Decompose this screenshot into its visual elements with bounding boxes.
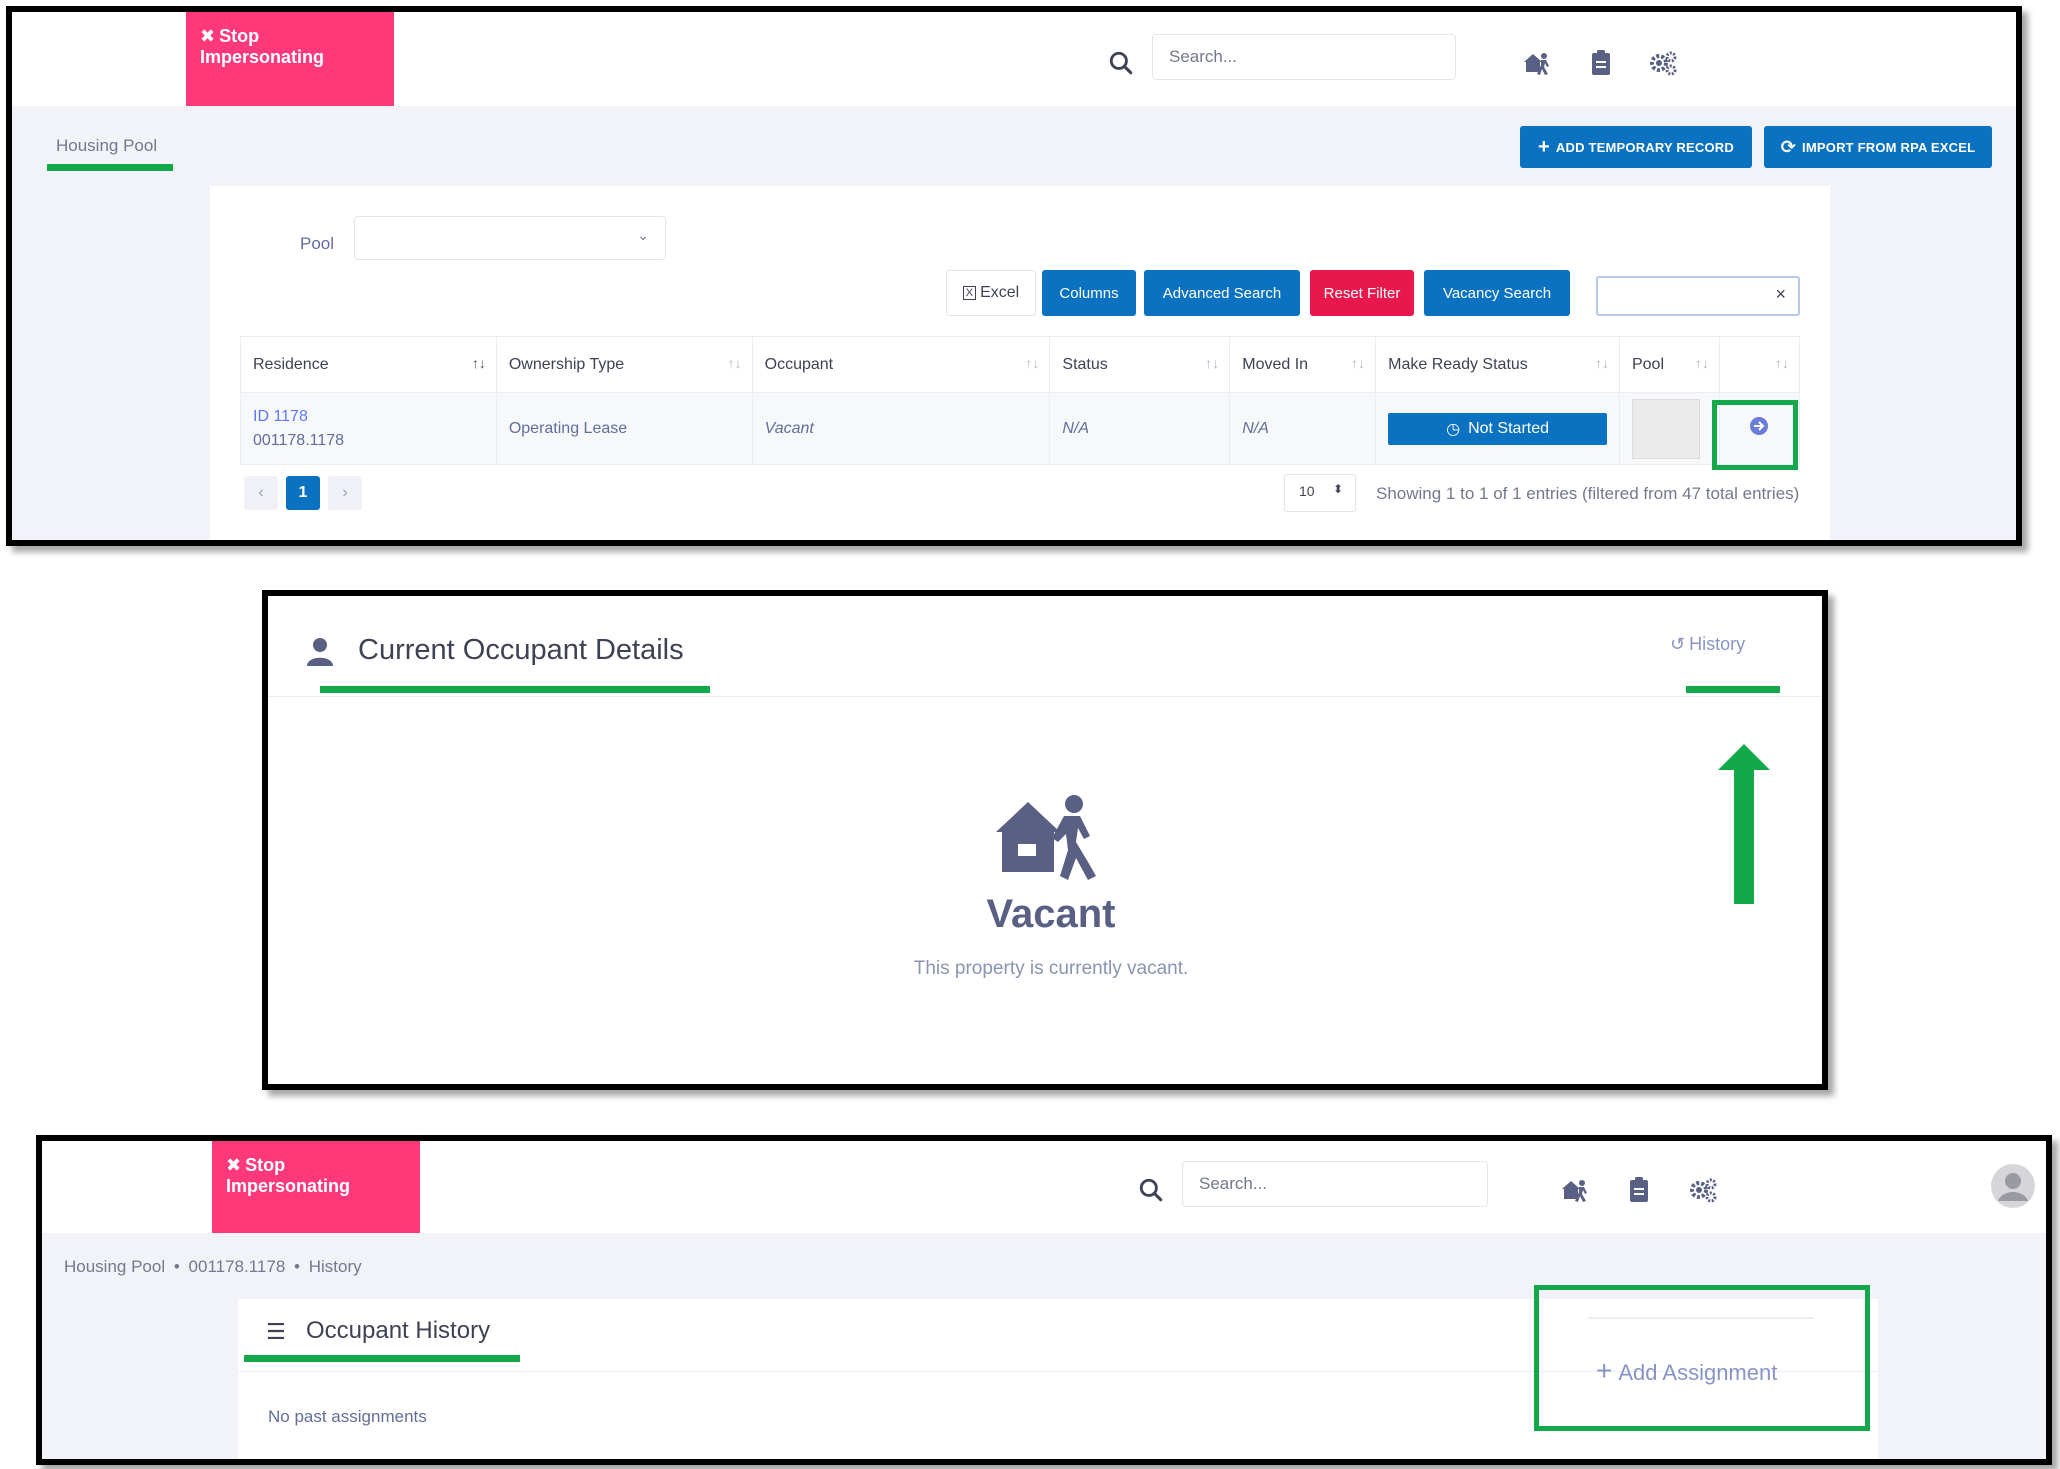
user-icon	[307, 638, 333, 666]
empty-state-text: This property is currently vacant.	[913, 958, 1189, 979]
top-bar: ✖ Stop Impersonating Search...	[42, 1141, 2046, 1233]
history-icon: ↺	[1670, 634, 1686, 654]
search-input[interactable]: Search...	[1182, 1161, 1488, 1207]
add-temporary-record-button[interactable]: + ADD TEMPORARY RECORD	[1520, 126, 1752, 168]
stop-impersonating-button[interactable]: ✖ Stop Impersonating	[186, 12, 394, 106]
residence-code: 001178.1178	[253, 431, 345, 449]
sort-icon[interactable]: ↑↓	[1351, 355, 1365, 371]
occupant-history-screenshot: ✖ Stop Impersonating Search... Housing P…	[36, 1135, 2052, 1465]
search-icon[interactable]	[1138, 1177, 1164, 1203]
column-header-residence[interactable]: Residence ↑↓	[240, 336, 497, 393]
pool-label: Pool	[300, 234, 335, 253]
column-header-actions[interactable]: ↑↓	[1718, 336, 1801, 393]
table-header-row: Residence ↑↓ Ownership Type ↑↓ Occupant ↑↓ …	[240, 336, 1801, 393]
empty-state-title: Vacant	[986, 892, 1116, 936]
breadcrumb-item-residence[interactable]: 001178.1178	[189, 1257, 286, 1276]
cell-moved-in: N/A	[1229, 392, 1377, 465]
stop-impersonating-button[interactable]: ✖ Stop Impersonating	[212, 1141, 420, 1233]
divider	[268, 696, 1822, 697]
cell-residence: ID 1178 001178.1178	[240, 392, 497, 465]
gears-icon[interactable]	[1688, 1175, 1718, 1205]
section-title: Occupant History	[306, 1317, 491, 1344]
sort-icon[interactable]: ↑↓	[1595, 355, 1609, 371]
highlight-underline	[1686, 686, 1780, 693]
column-header-make-ready-status[interactable]: Make Ready Status ↑↓	[1375, 336, 1620, 393]
house-leave-icon	[996, 795, 1096, 880]
cell-make-ready-status: ◷ Not Started	[1375, 392, 1620, 465]
cell-status: N/A	[1049, 392, 1231, 465]
list-icon: ☰	[266, 1319, 286, 1344]
chevron-down-icon: ⌄	[637, 227, 649, 243]
reset-filter-button[interactable]: Reset Filter	[1310, 270, 1414, 316]
breadcrumb-separator: •	[294, 1257, 300, 1276]
next-page-button[interactable]: ›	[328, 476, 362, 510]
clock-icon: ◷	[1446, 420, 1461, 438]
pagination-info: Showing 1 to 1 of 1 entries (filtered fr…	[1376, 484, 1800, 503]
housing-pool-card: Pool ⌄ X Excel Columns Advanced Search Re…	[210, 186, 1830, 540]
house-leave-icon[interactable]	[1522, 48, 1552, 78]
clipboard-icon[interactable]	[1586, 48, 1616, 78]
excel-file-icon: X	[962, 286, 977, 300]
highlight-underline	[244, 1355, 520, 1362]
column-header-occupant[interactable]: Occupant ↑↓	[751, 336, 1051, 393]
highlight-underline	[47, 164, 173, 171]
sync-icon: ⟳	[1780, 136, 1797, 157]
housing-pool-screenshot: ✖ Stop Impersonating Search... Housing Po…	[6, 6, 2022, 546]
close-icon: ✖	[226, 1155, 242, 1175]
column-header-moved-in[interactable]: Moved In ↑↓	[1229, 336, 1377, 393]
empty-state-text: No past assignments	[268, 1407, 427, 1426]
column-header-status[interactable]: Status ↑↓	[1049, 336, 1231, 393]
gears-icon[interactable]	[1648, 48, 1678, 78]
advanced-search-button[interactable]: Advanced Search	[1144, 270, 1300, 316]
sort-icon[interactable]: ↑↓	[1695, 355, 1709, 371]
current-occupant-screenshot: Current Occupant Details ↺ History Vacant…	[262, 590, 1828, 1090]
page-size-select[interactable]: 10 ⬍	[1284, 474, 1356, 512]
search-icon[interactable]	[1108, 50, 1134, 76]
top-bar: ✖ Stop Impersonating Search...	[12, 12, 2016, 106]
avatar[interactable]	[1990, 1163, 2036, 1209]
vacancy-search-button[interactable]: Vacancy Search	[1424, 270, 1570, 316]
search-input[interactable]: Search...	[1152, 34, 1456, 80]
plus-icon: +	[1538, 135, 1550, 158]
make-ready-status-badge: ◷ Not Started	[1388, 412, 1607, 445]
cell-pool	[1618, 392, 1720, 465]
import-from-rpa-excel-button[interactable]: ⟳ IMPORT FROM RPA EXCEL	[1764, 126, 1992, 168]
breadcrumb-item-history: History	[308, 1257, 362, 1276]
table-row: ID 1178 001178.1178 Operating Lease Vaca…	[240, 392, 1801, 465]
sort-icon[interactable]: ↑↓	[728, 355, 742, 371]
sort-icon[interactable]: ↑↓	[472, 355, 486, 371]
section-title: Current Occupant Details	[358, 634, 684, 666]
sort-icon[interactable]: ↑↓	[1025, 355, 1039, 371]
highlight-box	[1534, 1285, 1870, 1431]
house-leave-icon[interactable]	[1560, 1175, 1590, 1205]
highlight-box	[1712, 400, 1798, 470]
updown-icon: ⬍	[1332, 482, 1343, 496]
clipboard-icon[interactable]	[1624, 1175, 1654, 1205]
filter-input[interactable]: ×	[1596, 276, 1800, 316]
pool-select[interactable]: ⌄	[354, 216, 666, 260]
columns-button[interactable]: Columns	[1042, 270, 1136, 316]
excel-export-button[interactable]: X Excel	[946, 270, 1036, 316]
sort-icon[interactable]: ↑↓	[1775, 355, 1789, 371]
breadcrumb: Housing Pool • 001178.1178 • History	[64, 1257, 362, 1277]
close-icon: ✖	[200, 26, 216, 46]
history-link[interactable]: ↺ History	[1670, 634, 1745, 655]
clear-filter-icon[interactable]: ×	[1775, 284, 1786, 305]
pool-placeholder	[1631, 398, 1700, 459]
column-header-pool[interactable]: Pool ↑↓	[1618, 336, 1720, 393]
page-1-button[interactable]: 1	[286, 476, 320, 510]
cell-ownership-type: Operating Lease	[495, 392, 753, 465]
housing-pool-table: Residence ↑↓ Ownership Type ↑↓ Occupant ↑↓ …	[240, 336, 1801, 465]
sort-icon[interactable]: ↑↓	[1205, 355, 1219, 371]
highlight-underline	[320, 686, 710, 693]
tab-housing-pool[interactable]: Housing Pool	[56, 136, 157, 156]
breadcrumb-item-housing-pool[interactable]: Housing Pool	[64, 1257, 165, 1276]
column-header-ownership-type[interactable]: Ownership Type ↑↓	[495, 336, 753, 393]
breadcrumb-separator: •	[173, 1257, 180, 1276]
prev-page-button[interactable]: ‹	[244, 476, 278, 510]
arrow-up-icon	[1718, 744, 1770, 904]
residence-id-link[interactable]: ID 1178	[253, 408, 484, 426]
cell-occupant: Vacant	[751, 392, 1051, 465]
